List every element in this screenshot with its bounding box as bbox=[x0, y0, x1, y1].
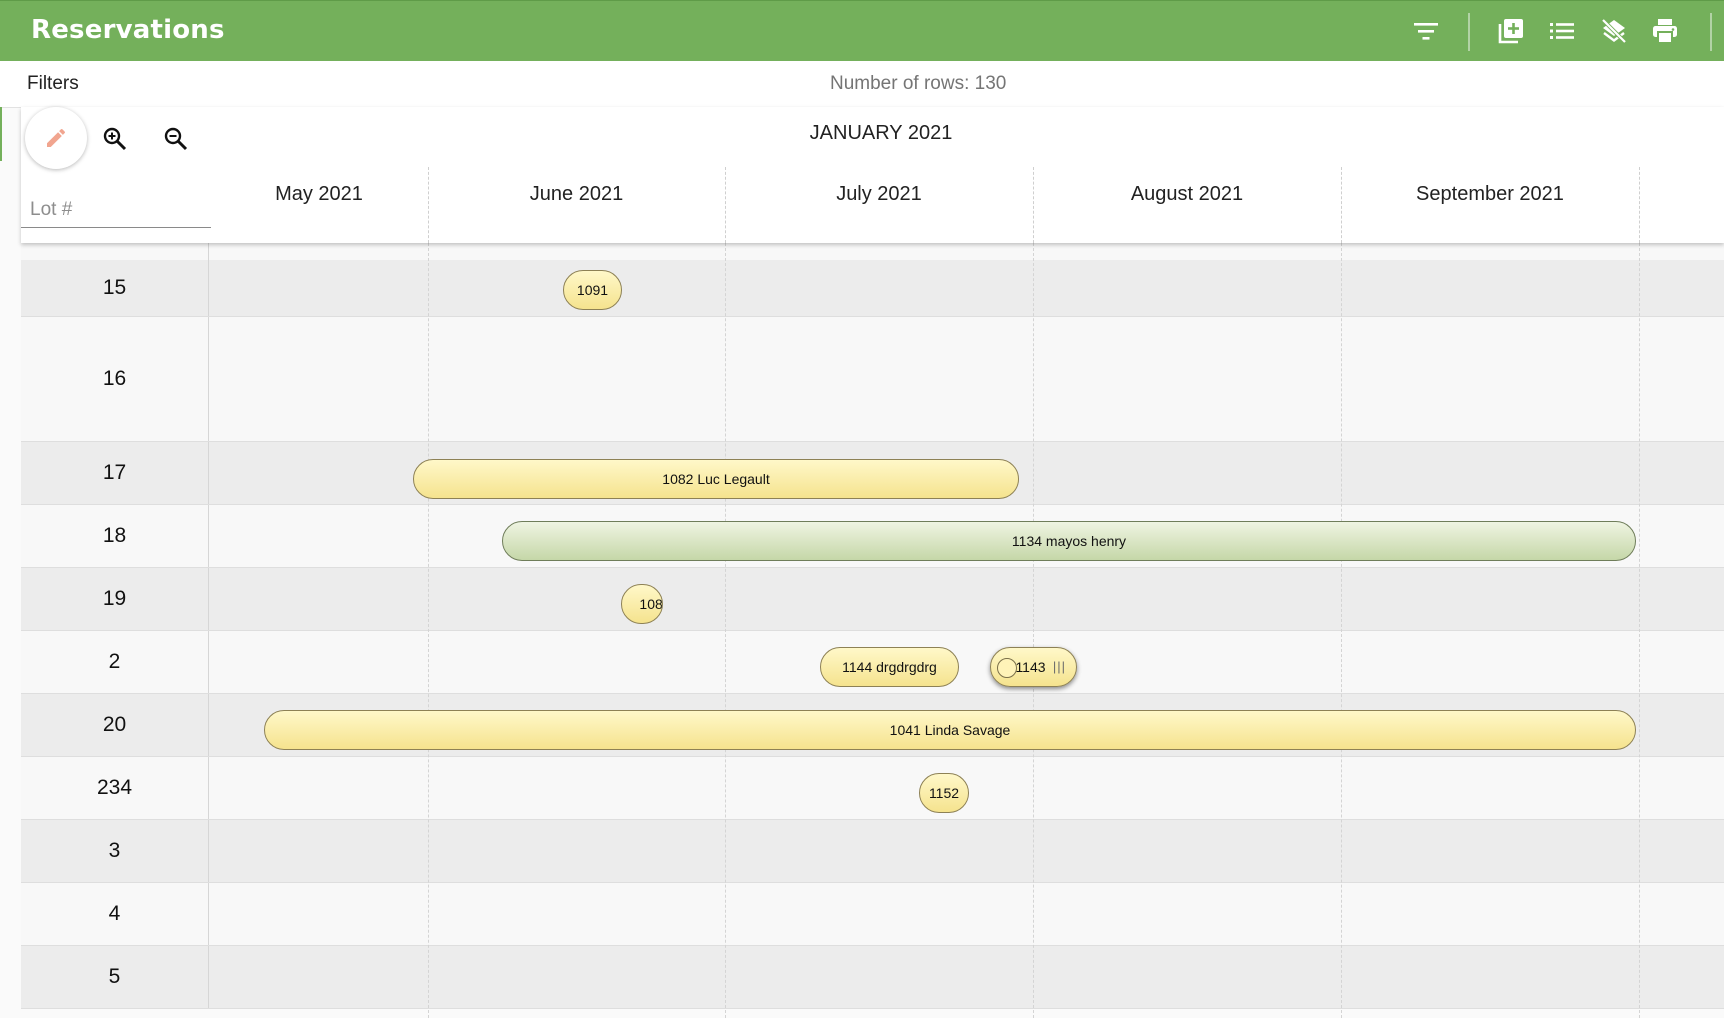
grid-line bbox=[725, 243, 726, 1018]
reservation-bar[interactable]: 1082 Luc Legault bbox=[413, 459, 1019, 499]
table-row bbox=[21, 243, 1724, 261]
lot-cell: 16 bbox=[21, 317, 209, 441]
toolbar-divider bbox=[1468, 13, 1470, 51]
month-label: July 2021 bbox=[836, 183, 922, 205]
reservation-bar[interactable]: 1152 bbox=[919, 773, 969, 813]
month-label: May 2021 bbox=[275, 183, 363, 205]
print-icon[interactable] bbox=[1648, 14, 1682, 48]
filters-toggle[interactable]: Filters bbox=[27, 73, 79, 95]
pencil-icon bbox=[47, 128, 66, 147]
timeline-title: JANUARY 2021 bbox=[809, 122, 953, 144]
grid-line bbox=[428, 243, 429, 1018]
reservation-label: 1152 bbox=[928, 785, 960, 801]
row-count: Number of rows: 130 bbox=[830, 73, 1007, 94]
reservation-label: 1144 drgdrgdrg bbox=[842, 659, 937, 675]
grid-line bbox=[1033, 243, 1034, 1018]
lot-cell: 2 bbox=[21, 631, 209, 693]
lot-cell: 5 bbox=[21, 946, 209, 1008]
edit-button[interactable] bbox=[25, 107, 87, 169]
reservation-bar[interactable]: 1041 Linda Savage bbox=[264, 710, 1636, 750]
lot-cell: 20 bbox=[21, 694, 209, 756]
month-divider bbox=[1639, 167, 1640, 243]
reservation-bar[interactable]: 1085 bbox=[621, 584, 663, 624]
timeline-grid: 15 16 17 18 19 2 20 234 3 4 5 1091 1082 … bbox=[21, 243, 1724, 1018]
lot-filter-input[interactable] bbox=[30, 199, 200, 221]
reservation-label: 1041 Linda Savage bbox=[889, 722, 1011, 738]
app-bar: Reservations bbox=[0, 0, 1724, 61]
reservation-label: 1091 bbox=[576, 282, 609, 298]
month-label: June 2021 bbox=[529, 183, 624, 205]
resize-grip-icon[interactable]: ||| bbox=[1053, 659, 1066, 674]
lot-cell: 234 bbox=[21, 757, 209, 819]
filter-icon[interactable] bbox=[1409, 14, 1443, 48]
reservation-label: 1085 bbox=[639, 596, 663, 612]
layers-clear-icon[interactable] bbox=[1597, 14, 1631, 48]
zoom-in-button[interactable] bbox=[97, 121, 133, 157]
lot-cell: 3 bbox=[21, 820, 209, 882]
page-title: Reservations bbox=[31, 15, 225, 45]
add-box-icon[interactable] bbox=[1494, 14, 1528, 48]
table-row[interactable]: 3 bbox=[21, 820, 1724, 883]
table-row[interactable]: 4 bbox=[21, 883, 1724, 946]
reservation-bar[interactable]: 1144 drgdrgdrg bbox=[820, 647, 959, 687]
timeline-header: JANUARY 2021 May 2021 June 2021 July 202… bbox=[21, 107, 1724, 243]
reservation-bar[interactable]: 1143 ||| bbox=[990, 647, 1077, 687]
drag-handle[interactable] bbox=[997, 658, 1017, 678]
zoom-in-icon bbox=[103, 127, 127, 151]
list-icon[interactable] bbox=[1545, 14, 1579, 48]
lot-cell: 19 bbox=[21, 568, 209, 630]
grid-line bbox=[1341, 243, 1342, 1018]
side-accent bbox=[0, 107, 2, 161]
table-row[interactable]: 16 bbox=[21, 317, 1724, 442]
lot-cell bbox=[21, 243, 209, 260]
lot-cell: 17 bbox=[21, 442, 209, 504]
month-label: August 2021 bbox=[1130, 183, 1244, 205]
reservation-label: 1143 bbox=[1015, 659, 1046, 675]
lot-filter-field[interactable] bbox=[21, 189, 211, 228]
filter-bar: Filters Number of rows: 130 bbox=[0, 61, 1724, 108]
lot-cell: 15 bbox=[21, 260, 209, 316]
zoom-out-button[interactable] bbox=[158, 121, 194, 157]
grid-line bbox=[1639, 243, 1640, 1018]
lot-cell: 18 bbox=[21, 505, 209, 567]
lot-cell: 4 bbox=[21, 883, 209, 945]
reservation-bar[interactable]: 1091 bbox=[563, 270, 622, 310]
reservation-label: 1134 mayos henry bbox=[1011, 533, 1127, 549]
table-row[interactable]: 5 bbox=[21, 946, 1724, 1009]
zoom-out-icon bbox=[164, 127, 188, 151]
table-row[interactable]: 234 bbox=[21, 757, 1724, 820]
table-row[interactable]: 15 bbox=[21, 260, 1724, 317]
month-label: September 2021 bbox=[1416, 183, 1564, 205]
toolbar-divider bbox=[1710, 13, 1712, 51]
table-row[interactable]: 19 bbox=[21, 568, 1724, 631]
reservation-label: 1082 Luc Legault bbox=[662, 471, 770, 487]
reservation-bar[interactable]: 1134 mayos henry bbox=[502, 521, 1636, 561]
